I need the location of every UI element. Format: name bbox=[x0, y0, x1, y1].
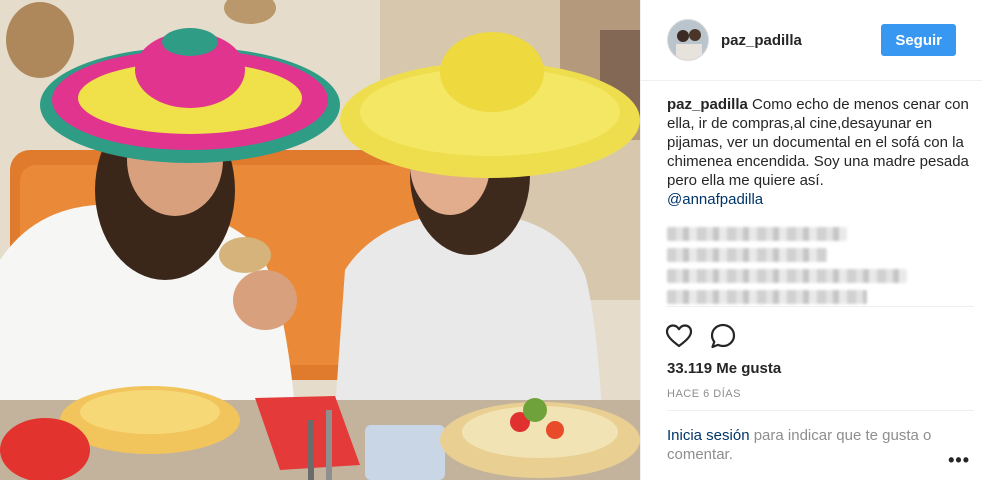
post-side-panel: paz_padilla Seguir paz_padilla Como echo… bbox=[640, 0, 1000, 480]
avatar-image bbox=[668, 20, 708, 60]
follow-button[interactable]: Seguir bbox=[881, 24, 956, 56]
blurred-comment-line bbox=[667, 269, 907, 283]
more-options-icon[interactable]: ••• bbox=[948, 450, 970, 471]
heart-icon[interactable] bbox=[665, 322, 693, 350]
caption-mention[interactable]: @annafpadilla bbox=[667, 190, 975, 209]
login-prompt: Inicia sesión para indicar que te gusta … bbox=[667, 426, 967, 464]
post-caption: paz_padilla Como echo de menos cenar con… bbox=[641, 81, 1000, 209]
post-photo bbox=[0, 0, 640, 480]
divider bbox=[667, 410, 974, 411]
instagram-post: paz_padilla Seguir paz_padilla Como echo… bbox=[0, 0, 1000, 480]
blurred-comment-line bbox=[667, 227, 847, 241]
header-username[interactable]: paz_padilla bbox=[721, 32, 881, 49]
photo-illustration bbox=[0, 0, 640, 480]
divider bbox=[667, 306, 974, 307]
login-link[interactable]: Inicia sesión bbox=[667, 427, 750, 444]
avatar[interactable] bbox=[667, 19, 709, 61]
blurred-comment-line bbox=[667, 248, 827, 262]
comment-icon[interactable] bbox=[709, 322, 737, 350]
post-timestamp[interactable]: HACE 6 DÍAS bbox=[667, 388, 741, 400]
post-actions bbox=[665, 322, 737, 350]
post-header: paz_padilla Seguir bbox=[641, 0, 982, 81]
blurred-comments bbox=[667, 227, 957, 304]
caption-username[interactable]: paz_padilla bbox=[667, 96, 748, 113]
likes-count[interactable]: 33.119 Me gusta bbox=[667, 360, 781, 377]
blurred-comment-line bbox=[667, 290, 867, 304]
